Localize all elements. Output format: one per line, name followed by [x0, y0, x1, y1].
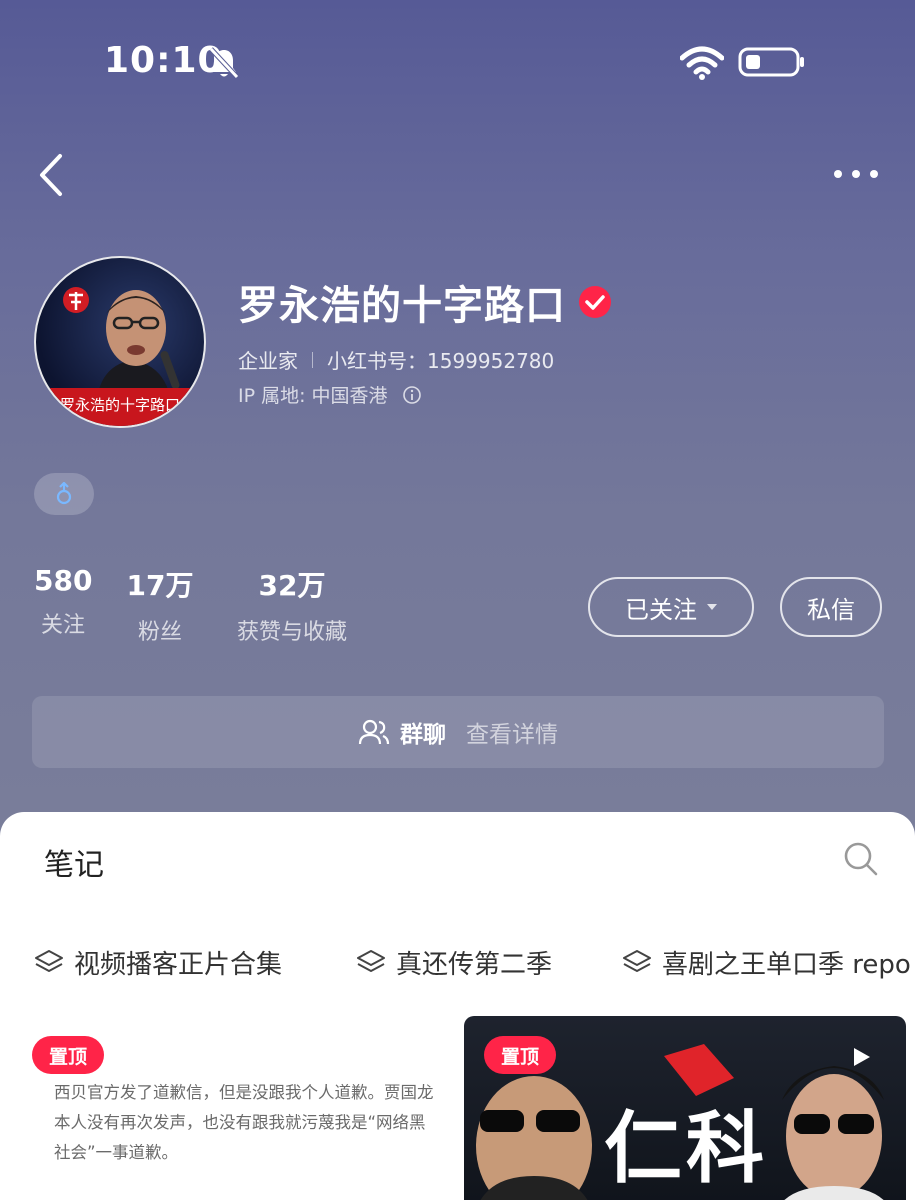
- group-chat-title: 群聊: [400, 722, 446, 748]
- video-title: 仁科: [604, 1104, 769, 1194]
- layers-icon: [623, 950, 651, 972]
- bell-off-icon: [209, 47, 239, 79]
- collection-chip[interactable]: 视频播客正片合集: [34, 942, 282, 982]
- info-icon[interactable]: [402, 385, 422, 405]
- name-row: 罗永浩的十字路口: [238, 274, 612, 330]
- gender-tag: [34, 473, 94, 515]
- play-icon: [854, 1048, 870, 1066]
- more-options-button[interactable]: [830, 160, 882, 188]
- ip-location-label: IP 属地: 中国香港: [238, 385, 388, 407]
- message-button-label: 私信: [807, 595, 855, 624]
- verified-badge-icon: [579, 286, 611, 318]
- note-card[interactable]: 西贝官方发了道歉信，但是没跟我个人道歉。贾国龙本人没有再次发声，也没有跟我就污蔑…: [32, 1036, 442, 1200]
- group-users-icon: [358, 719, 390, 745]
- group-chat-detail: 查看详情: [466, 722, 558, 748]
- user-id-label: 小红书号：1599952780: [327, 349, 555, 373]
- profile-header: 10:10 罗永浩的十字路口 罗永浩的十字路口 企业家 小红书号：1599952…: [0, 0, 915, 860]
- follow-button-label: 已关注: [625, 595, 697, 624]
- collection-chip[interactable]: 真还传第二季: [356, 942, 552, 982]
- stat-following-value: 580: [34, 564, 93, 597]
- male-icon: [56, 482, 72, 505]
- profile-name: 罗永浩的十字路口: [238, 283, 566, 329]
- pinned-badge: 置顶: [32, 1036, 104, 1074]
- back-button[interactable]: [34, 152, 70, 198]
- layers-icon: [35, 950, 63, 972]
- follow-button[interactable]: 已关注: [588, 577, 754, 637]
- search-icon[interactable]: [842, 840, 880, 878]
- collection-label: 喜剧之王单口季 repo: [662, 949, 911, 980]
- stat-followers[interactable]: 17万 粉丝: [124, 564, 196, 646]
- stat-followers-label: 粉丝: [137, 620, 182, 645]
- video-card[interactable]: 仁科 置顶: [464, 1016, 906, 1200]
- message-button[interactable]: 私信: [780, 577, 882, 637]
- collection-label: 视频播客正片合集: [74, 949, 283, 980]
- pinned-badge: 置顶: [484, 1036, 556, 1074]
- profile-meta: 企业家 小红书号：1599952780: [238, 345, 554, 374]
- note-card-text: 西贝官方发了道歉信，但是没跟我个人道歉。贾国龙本人没有再次发声，也没有跟我就污蔑…: [54, 1083, 434, 1162]
- avatar[interactable]: 罗永浩的十字路口: [34, 256, 206, 428]
- occupation-label: 企业家: [238, 349, 298, 373]
- caret-down-icon: [707, 604, 717, 610]
- stat-following[interactable]: 580 关注: [34, 564, 92, 639]
- battery-icon: [738, 47, 804, 77]
- stat-likes-label: 获赞与收藏: [236, 620, 347, 645]
- ip-location-row: IP 属地: 中国香港: [238, 381, 422, 408]
- stat-likes-value: 32万: [258, 569, 326, 602]
- stat-followers-value: 17万: [126, 569, 194, 602]
- collection-label: 真还传第二季: [396, 949, 553, 980]
- group-chat-bar[interactable]: 群聊 查看详情: [32, 696, 884, 768]
- stat-following-label: 关注: [40, 613, 85, 638]
- notes-sheet: 笔记 视频播客正片合集 真还传第二季 喜剧之王单口季 repo 西贝官方发了道歉…: [0, 812, 915, 1200]
- layers-icon: [357, 950, 385, 972]
- avatar-banner: 罗永浩的十字路口: [36, 388, 204, 426]
- notes-tab-title[interactable]: 笔记: [44, 840, 104, 884]
- stat-likes[interactable]: 32万 获赞与收藏: [226, 564, 358, 646]
- status-time: 10:10: [104, 40, 224, 81]
- wifi-icon: [680, 46, 724, 80]
- collection-chip[interactable]: 喜剧之王单口季 repo: [622, 942, 911, 982]
- meta-divider: [312, 351, 313, 368]
